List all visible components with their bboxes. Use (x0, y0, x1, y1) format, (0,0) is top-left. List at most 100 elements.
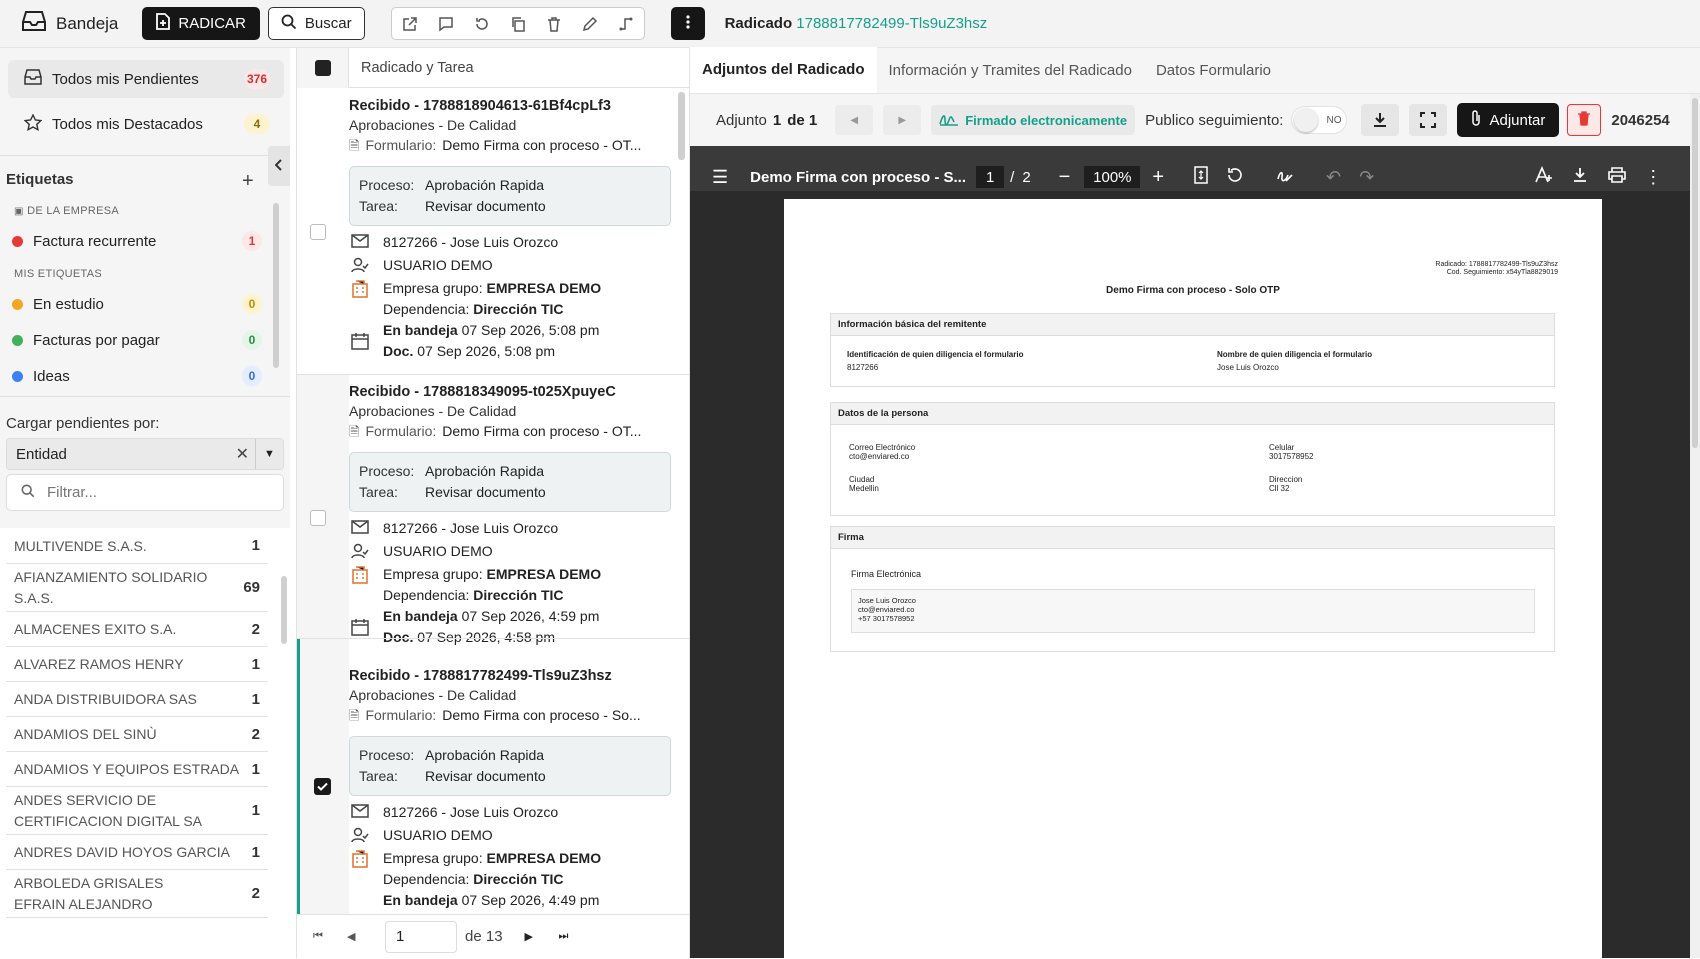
more-menu-button[interactable] (670, 7, 705, 40)
viewer-scrollbar[interactable] (1692, 98, 1698, 448)
calendar-icon (349, 320, 371, 350)
adjuntar-button[interactable]: Adjuntar (1457, 103, 1560, 137)
pdf-zoom-value[interactable]: 100% (1084, 166, 1141, 188)
card-checkbox[interactable] (310, 224, 326, 240)
nav-todos-destacados[interactable]: Todos mis Destacados 4 (8, 105, 284, 143)
entity-row[interactable]: MULTIVENDE S.A.S. 1 (6, 528, 268, 564)
prev-attachment-icon[interactable]: ◀ (835, 105, 874, 135)
radicado-id[interactable]: 1788817782499-Tls9uZ3hsz (796, 15, 987, 32)
clear-icon[interactable]: ✕ (236, 444, 249, 464)
page-input[interactable]: 1 (385, 920, 457, 953)
tab-informacion[interactable]: Información y Tramites del Radicado (877, 47, 1144, 93)
bandeja-value: 07 Sep 2026, 4:59 pm (461, 608, 600, 624)
pdf-download-icon[interactable] (1572, 167, 1588, 187)
comment-icon[interactable] (428, 8, 464, 39)
entity-select[interactable]: Entidad ✕ ▼ (6, 438, 284, 470)
add-label-button[interactable]: + (242, 170, 254, 193)
label-ideas[interactable]: Ideas 0 (12, 361, 262, 391)
fullscreen-icon[interactable] (1409, 104, 1448, 136)
field-value: Medellin (849, 484, 879, 493)
route-icon[interactable] (608, 8, 644, 39)
collapse-sidebar-button[interactable] (268, 146, 290, 186)
next-attachment-icon[interactable]: ▶ (883, 105, 922, 135)
toggle-knob (1294, 108, 1319, 132)
proceso-value: Aprobación Rapida (425, 463, 545, 479)
label-facturas-por-pagar[interactable]: Facturas por pagar 0 (12, 325, 262, 355)
entity-row[interactable]: ARBOLEDA GRISALES EFRAIN ALEJANDRO 2 (6, 870, 268, 918)
filter-field[interactable] (47, 484, 247, 501)
undo-icon[interactable]: ↶ (1326, 167, 1341, 188)
entity-scrollbar[interactable] (281, 576, 287, 644)
label-en-estudio[interactable]: En estudio 0 (12, 289, 262, 319)
zoom-out-icon[interactable]: − (1059, 166, 1071, 189)
pdf-canvas: Radicado: 1788817782499-Tls9uZ3hsz Cod. … (690, 191, 1700, 959)
entity-row[interactable]: ANDA DISTRIBUIDORA SAS 1 (6, 682, 268, 717)
tab-adjuntos[interactable]: Adjuntos del Radicado (690, 47, 877, 93)
card-form-line: 🗎 Formulario: Demo Firma con proceso - O… (349, 137, 671, 159)
undo-icon[interactable] (464, 8, 500, 39)
page-of: de 13 (465, 928, 503, 945)
plus-icon: + (242, 170, 254, 192)
publico-toggle[interactable]: NO (1291, 106, 1348, 134)
pdf-more-icon[interactable]: ⋮ (1644, 167, 1662, 188)
draw-icon[interactable] (1276, 167, 1294, 187)
buscar-button[interactable]: Buscar (267, 7, 365, 40)
filter-input[interactable] (6, 474, 284, 511)
labels-scrollbar[interactable] (273, 203, 279, 368)
divider (0, 155, 290, 156)
brand[interactable]: Bandeja (22, 10, 118, 37)
adjunto-label: Adjunto (716, 111, 767, 129)
delete-attachment-button[interactable] (1567, 104, 1602, 136)
divider (0, 396, 290, 397)
dropdown-arrow-icon[interactable]: ▼ (255, 439, 283, 469)
pencil-icon[interactable] (572, 8, 608, 39)
first-page-icon[interactable]: ⏮ (313, 930, 341, 943)
add-text-icon[interactable] (1534, 165, 1554, 188)
entity-row[interactable]: ALVAREZ RAMOS HENRY 1 (6, 647, 268, 682)
next-page-icon[interactable]: ▶ (525, 930, 553, 943)
redo-icon[interactable]: ↷ (1359, 167, 1374, 188)
copy-icon[interactable] (500, 8, 536, 39)
entity-row[interactable]: ANDES SERVICIO DE CERTIFICACION DIGITAL … (6, 787, 268, 835)
print-icon[interactable] (1608, 167, 1627, 187)
open-external-icon[interactable] (392, 8, 428, 39)
entity-row[interactable]: ANDAMIOS DEL SINÙ 2 (6, 717, 268, 752)
hamburger-icon[interactable]: ☰ (712, 167, 728, 188)
label-factura-recurrente[interactable]: Factura recurrente 1 (12, 226, 262, 256)
tarea-value: Revisar documento (425, 198, 546, 214)
trash-icon[interactable] (536, 8, 572, 39)
inbox-card-selected[interactable]: Recibido - 1788817782499-Tls9uZ3hsz Apro… (349, 668, 671, 914)
mail-icon (349, 232, 371, 248)
zoom-in-icon[interactable]: + (1152, 166, 1164, 189)
list-header: Radicado y Tarea (297, 47, 689, 88)
card-checkbox[interactable] (310, 510, 326, 526)
select-all-checkbox[interactable] (297, 47, 349, 88)
card-checkcol (297, 374, 349, 638)
viewer-panel: Adjuntos del Radicado Información y Tram… (690, 47, 1700, 959)
nav-todos-pendientes[interactable]: Todos mis Pendientes 376 (8, 60, 284, 98)
rotate-icon[interactable] (1226, 166, 1244, 188)
buscar-label: Buscar (304, 15, 352, 32)
fit-page-icon[interactable] (1194, 166, 1208, 188)
entity-row[interactable]: AFIANZAMIENTO SOLIDARIO S.A.S. 69 (6, 564, 268, 612)
entity-row[interactable]: ANDRES DAVID HOYOS GARCIA 1 (6, 835, 268, 870)
card-subtitle: Aprobaciones - De Calidad (349, 403, 517, 419)
inbox-card[interactable]: Recibido - 1788818904613-61Bf4cpLf3 Apro… (349, 98, 671, 362)
pdf-page-input[interactable]: 1 (976, 166, 1005, 188)
bandeja-value: 07 Sep 2026, 5:08 pm (461, 322, 600, 338)
entity-name: ANDAMIOS DEL SINÙ (14, 726, 157, 742)
list-scrollbar[interactable] (678, 92, 685, 160)
proceso-label: Proceso: (359, 747, 415, 763)
tab-datos-formulario[interactable]: Datos Formulario (1144, 47, 1283, 93)
bandeja-label: En bandeja (383, 608, 458, 624)
signature-email: cto@enviared.co (858, 605, 915, 614)
entity-row[interactable]: ALMACENES EXITO S.A. 2 (6, 612, 268, 647)
download-icon[interactable] (1361, 104, 1400, 136)
last-page-icon[interactable]: ⏭ (559, 930, 587, 943)
prev-page-icon[interactable]: ◀ (347, 930, 375, 943)
card-checkbox-checked[interactable] (314, 778, 331, 795)
radicar-button[interactable]: RADICAR (142, 7, 260, 40)
entity-row[interactable]: ANDAMIOS Y EQUIPOS ESTRADA 1 (6, 752, 268, 787)
inbox-card[interactable]: Recibido - 1788818349095-t025XpuyeC Apro… (349, 384, 671, 648)
field-value: 3017578952 (1269, 452, 1314, 461)
